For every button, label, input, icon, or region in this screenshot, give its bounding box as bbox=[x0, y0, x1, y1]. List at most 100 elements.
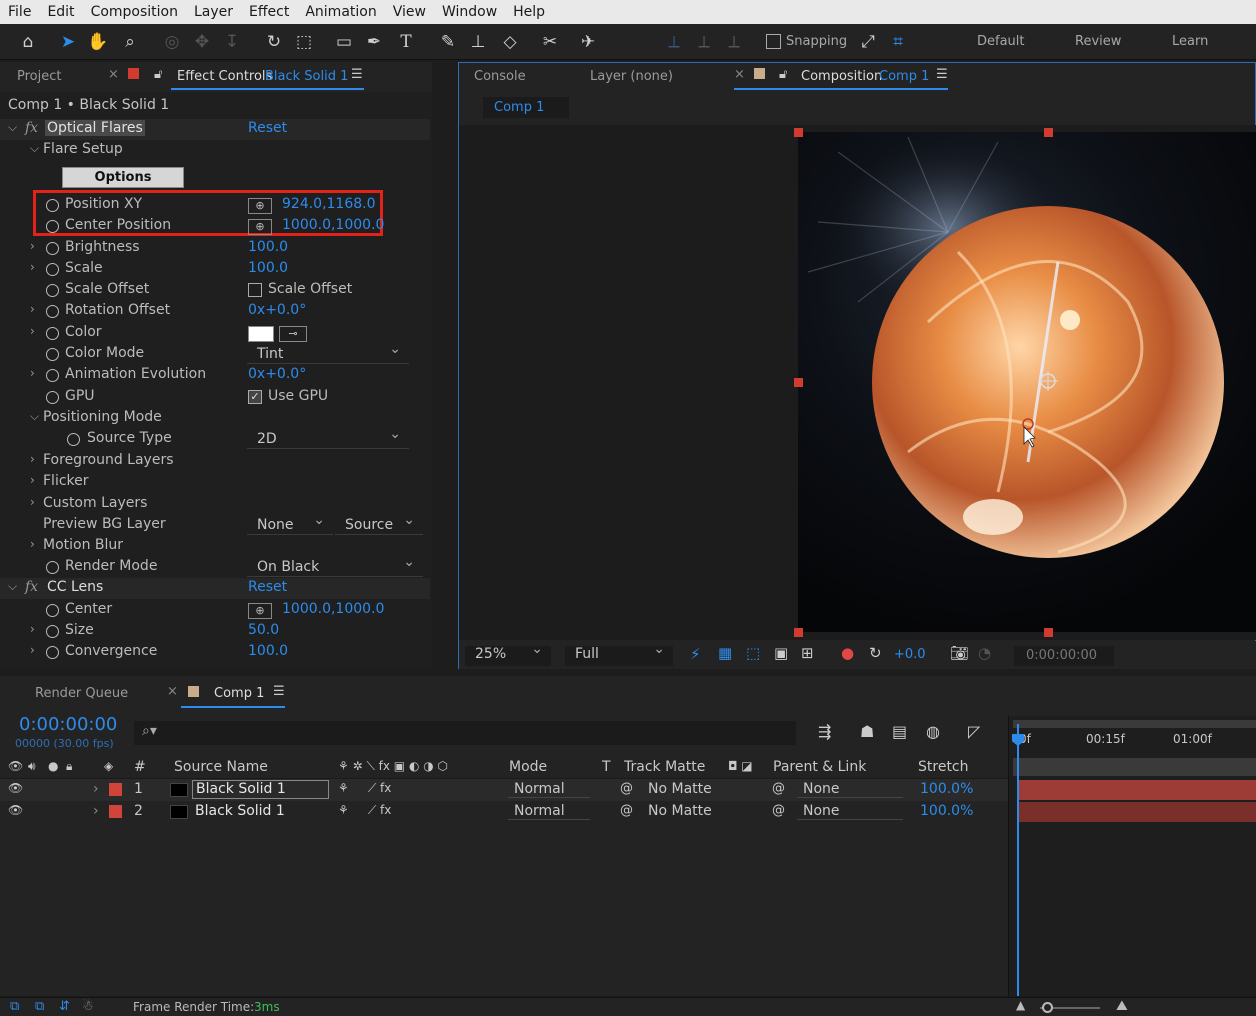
prop-source-type[interactable]: Source Type 2D bbox=[0, 426, 430, 450]
stopwatch-icon[interactable] bbox=[46, 305, 59, 318]
options-button[interactable]: Options bbox=[62, 167, 184, 188]
effect-layer-name[interactable]: Black Solid 1 bbox=[265, 69, 348, 84]
track-matte-pickwhip-icon[interactable]: @ bbox=[620, 781, 633, 796]
prop-value[interactable]: 0x+0.0° bbox=[248, 366, 306, 382]
timeline-graph-area[interactable]: 0f 00:15f 01:00f bbox=[1008, 716, 1256, 996]
puppet-pin-icon[interactable]: ✈ bbox=[576, 30, 600, 54]
source-type-dropdown[interactable]: 2D bbox=[247, 426, 409, 449]
layer-switches[interactable]: ⚘ ⟋ fx bbox=[338, 781, 391, 796]
menu-animation[interactable]: Animation bbox=[297, 4, 384, 20]
close-tab-icon[interactable]: × bbox=[167, 684, 178, 699]
in-out-toggle-icon[interactable]: ⇵ bbox=[59, 999, 70, 1014]
crosshair-icon[interactable]: ⊕ bbox=[248, 198, 272, 214]
tab-layer[interactable]: Layer (none) bbox=[590, 69, 673, 84]
snap-target-icon[interactable]: ⌗ bbox=[886, 30, 910, 54]
video-toggle-icon[interactable]: 👁︎ bbox=[8, 759, 23, 773]
eye-icon[interactable]: 👁︎ bbox=[8, 781, 23, 795]
menu-window[interactable]: Window bbox=[434, 4, 505, 20]
render-mode-dropdown[interactable]: On Black bbox=[247, 554, 423, 577]
stretch-value[interactable]: 100.0% bbox=[920, 803, 973, 819]
stopwatch-icon[interactable] bbox=[67, 433, 80, 446]
region-of-interest-icon[interactable]: ▣ bbox=[774, 644, 788, 662]
prop-value[interactable]: 1000.0,1000.0 bbox=[282, 217, 384, 233]
eraser-tool-icon[interactable]: ◇ bbox=[498, 30, 522, 54]
layer-switches-toggle-icon[interactable]: ⧉ bbox=[10, 999, 19, 1014]
group-flicker[interactable]: › Flicker bbox=[0, 472, 430, 493]
expand-arrow-icon[interactable]: › bbox=[93, 781, 99, 797]
stopwatch-icon[interactable] bbox=[46, 348, 59, 361]
parent-dropdown[interactable]: None bbox=[797, 781, 903, 798]
prop-scale-offset[interactable]: Scale Offset Scale Offset bbox=[0, 280, 430, 301]
tab-console[interactable]: Console bbox=[474, 69, 526, 84]
rotate-tool-icon[interactable]: ↻ bbox=[262, 30, 286, 54]
effect-optical-flares[interactable]: ⌵ fx Optical Flares Reset bbox=[0, 119, 430, 140]
zoom-slider-knob[interactable] bbox=[1042, 1002, 1053, 1013]
prop-value[interactable]: 50.0 bbox=[248, 622, 279, 638]
prop-convergence[interactable]: › Convergence 100.0 bbox=[0, 642, 430, 663]
group-foreground-layers[interactable]: › Foreground Layers bbox=[0, 451, 430, 472]
transparency-grid-icon[interactable]: ▦ bbox=[718, 644, 732, 662]
prop-brightness[interactable]: › Brightness 100.0 bbox=[0, 238, 430, 259]
close-tab-icon[interactable]: × bbox=[108, 67, 119, 82]
prop-size[interactable]: › Size 50.0 bbox=[0, 621, 430, 642]
prop-rotation-offset[interactable]: › Rotation Offset 0x+0.0° bbox=[0, 301, 430, 322]
fx-icon[interactable]: fx bbox=[25, 579, 38, 595]
pen-tool-icon[interactable]: ✒ bbox=[362, 30, 386, 54]
group-flare-setup[interactable]: ⌵ Flare Setup bbox=[0, 140, 430, 161]
orbit-tool-icon[interactable]: ◎ bbox=[160, 30, 184, 54]
timeline-search-input[interactable]: ⌕▾ bbox=[134, 721, 796, 745]
clone-stamp-icon[interactable]: ⊥ bbox=[466, 30, 490, 54]
transform-handle[interactable] bbox=[794, 378, 803, 387]
preview-bg-layer-dropdown[interactable]: None bbox=[247, 512, 333, 535]
menu-composition[interactable]: Composition bbox=[83, 4, 186, 20]
zoom-dropdown[interactable]: 25% bbox=[465, 641, 551, 666]
render-time-toggle-icon[interactable]: ☃ bbox=[82, 999, 94, 1014]
color-mode-dropdown[interactable]: Tint bbox=[247, 341, 409, 364]
reset-button[interactable]: Reset bbox=[248, 579, 287, 595]
panel-menu-icon[interactable]: ☰ bbox=[273, 684, 285, 699]
color-swatch[interactable] bbox=[248, 326, 274, 342]
local-axis-icon[interactable]: ⟂ bbox=[662, 30, 686, 54]
prop-scale[interactable]: › Scale 100.0 bbox=[0, 259, 430, 280]
stopwatch-icon[interactable] bbox=[46, 625, 59, 638]
track-matte-dropdown[interactable]: No Matte bbox=[648, 781, 712, 797]
layer-mode-dropdown[interactable]: Normal bbox=[508, 803, 590, 820]
prop-value[interactable]: 100.0 bbox=[248, 643, 288, 659]
reset-exposure-icon[interactable]: ↻ bbox=[869, 644, 882, 662]
workspace-review[interactable]: Review bbox=[1075, 34, 1121, 49]
prop-gpu[interactable]: GPU ✓ Use GPU bbox=[0, 387, 430, 408]
eye-icon[interactable]: 👁︎ bbox=[8, 803, 23, 817]
group-positioning-mode[interactable]: ⌵ Positioning Mode bbox=[0, 408, 430, 429]
graph-editor-icon[interactable]: ◸ bbox=[968, 722, 980, 741]
menu-view[interactable]: View bbox=[385, 4, 434, 20]
fast-preview-icon[interactable]: ⚡ bbox=[690, 645, 701, 663]
stopwatch-icon[interactable] bbox=[46, 561, 59, 574]
motion-blur-icon[interactable]: ◍ bbox=[926, 722, 940, 741]
prop-color-mode[interactable]: Color Mode Tint bbox=[0, 341, 430, 365]
zoom-tool-icon[interactable]: ⌕ bbox=[118, 30, 142, 54]
current-time-display[interactable]: 0:00:00:00 bbox=[19, 714, 117, 735]
crosshair-icon[interactable]: ⊕ bbox=[248, 219, 272, 235]
resolution-dropdown[interactable]: Full bbox=[565, 641, 673, 666]
crosshair-icon[interactable]: ⊕ bbox=[248, 603, 272, 619]
stopwatch-icon[interactable] bbox=[46, 220, 59, 233]
layer-label-color[interactable] bbox=[109, 805, 122, 818]
stretch-value[interactable]: 100.0% bbox=[920, 781, 973, 797]
exposure-value[interactable]: +0.0 bbox=[894, 647, 926, 662]
menu-file[interactable]: File bbox=[0, 4, 39, 20]
prop-preview-bg-layer[interactable]: Preview BG Layer None Source bbox=[0, 512, 430, 536]
panel-menu-icon[interactable]: ☰ bbox=[351, 67, 363, 82]
snap-options-icon[interactable]: ⤢ bbox=[856, 30, 880, 54]
menu-layer[interactable]: Layer bbox=[186, 4, 241, 20]
stopwatch-icon[interactable] bbox=[46, 391, 59, 404]
snapshot-icon[interactable]: 📷︎ bbox=[950, 644, 969, 662]
stopwatch-icon[interactable] bbox=[46, 263, 59, 276]
mask-visibility-icon[interactable]: ⬚ bbox=[746, 644, 760, 662]
track-matte-dropdown[interactable]: No Matte bbox=[648, 803, 712, 819]
comp-sub-tab[interactable]: Comp 1 bbox=[483, 97, 569, 118]
menu-edit[interactable]: Edit bbox=[39, 4, 82, 20]
fx-icon[interactable]: fx bbox=[25, 120, 38, 136]
layer-name[interactable]: Black Solid 1 bbox=[192, 780, 329, 799]
scale-offset-checkbox[interactable] bbox=[248, 283, 262, 297]
transform-handle[interactable] bbox=[1044, 128, 1053, 137]
